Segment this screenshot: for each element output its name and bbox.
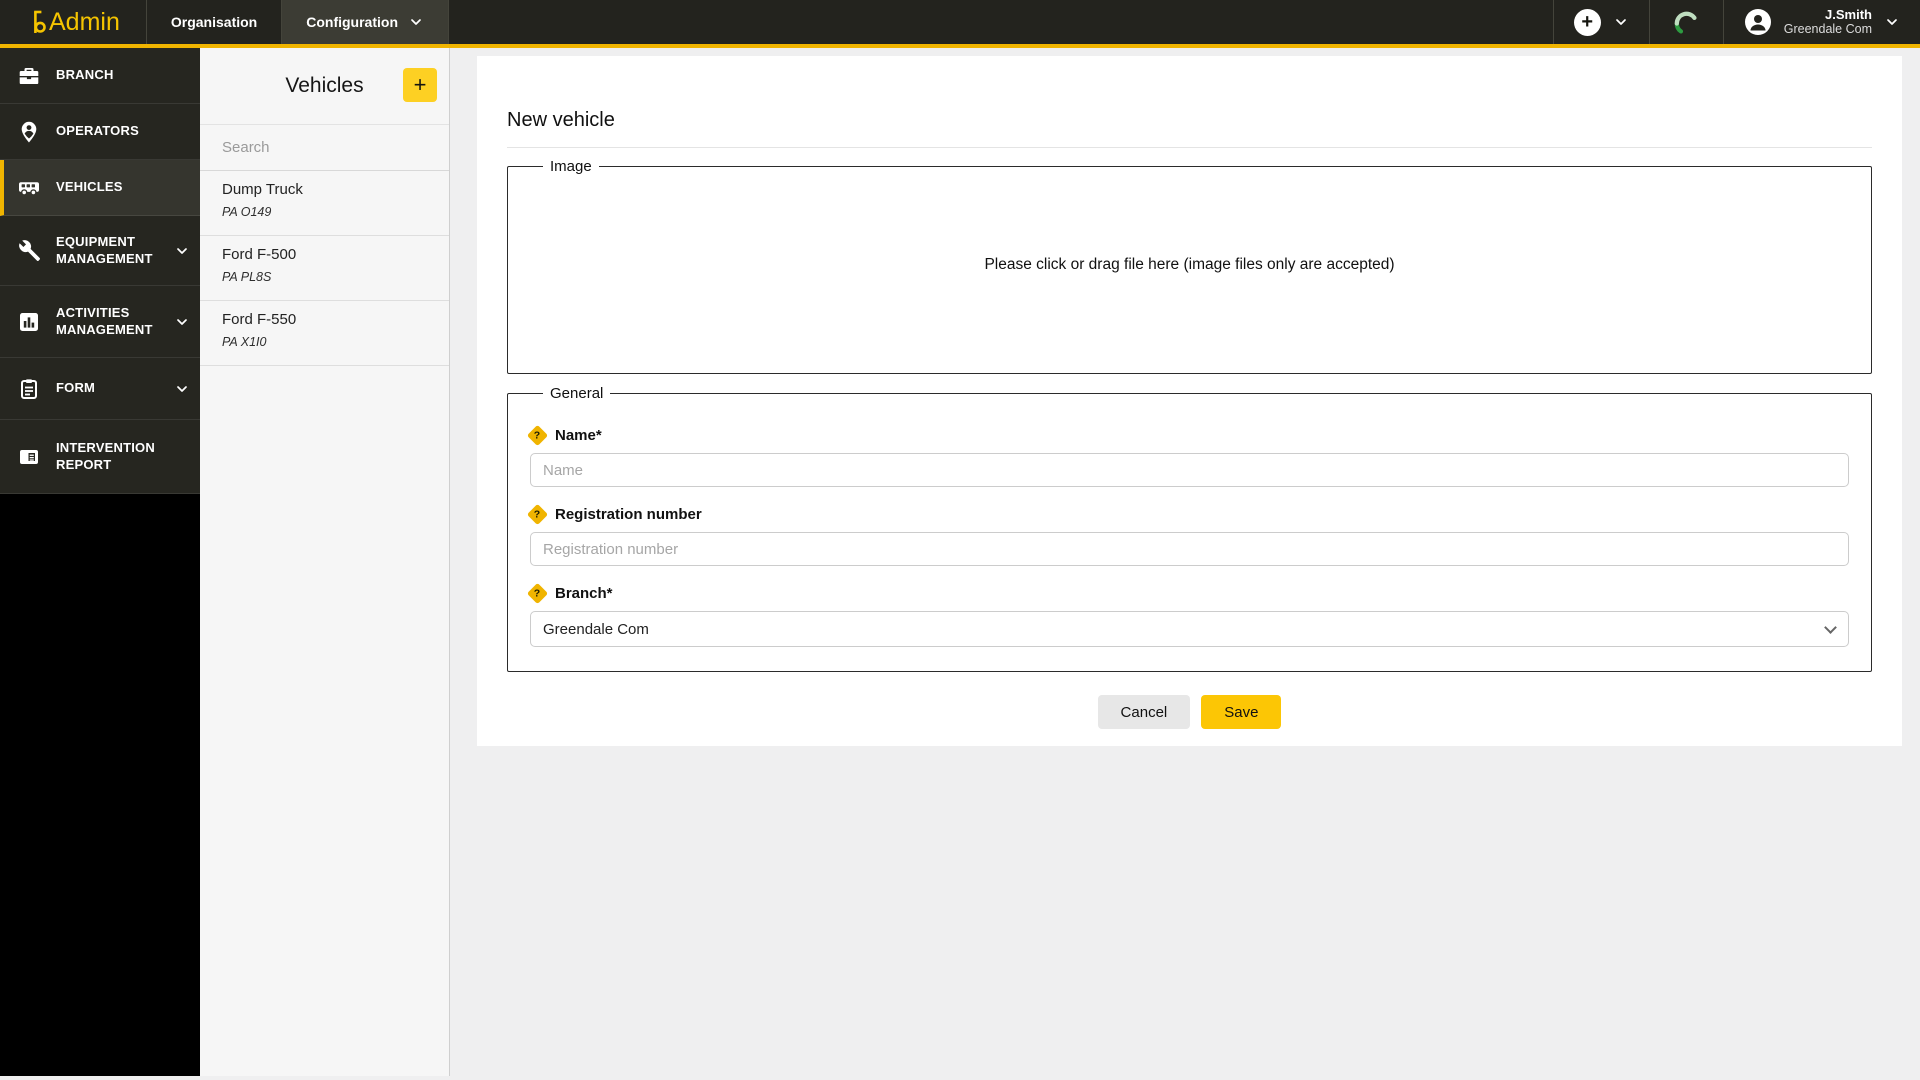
plus-circle-icon[interactable]: + bbox=[1573, 8, 1601, 36]
title-divider bbox=[507, 147, 1872, 148]
sidebar-item-branch[interactable]: BRANCH bbox=[0, 48, 200, 104]
map-pin-icon bbox=[21, 121, 37, 142]
user-info: J.Smith Greendale Com bbox=[1784, 7, 1872, 37]
menu-item-configuration[interactable]: Configuration bbox=[281, 0, 449, 44]
branch-field-label: Branch* bbox=[555, 585, 613, 602]
vehicle-list-item[interactable]: Ford F-550 PA X1I0 bbox=[200, 301, 449, 366]
vehicle-name: Ford F-500 bbox=[222, 246, 297, 263]
clipboard-icon bbox=[21, 378, 37, 399]
image-fieldset: Image Please click or drag file here (im… bbox=[507, 158, 1872, 374]
app-logo[interactable]: Admin bbox=[0, 0, 146, 44]
sidebar-item-intervention-report[interactable]: INTERVENTION REPORT bbox=[0, 420, 200, 494]
general-legend: General bbox=[550, 385, 604, 402]
sidebar-item-operators[interactable]: OPERATORS bbox=[0, 104, 200, 160]
vehicle-search-row bbox=[200, 124, 449, 171]
vehicle-registration: PA PL8S bbox=[222, 270, 272, 284]
user-name: J.Smith bbox=[1825, 6, 1872, 22]
registration-field-label: Registration number bbox=[555, 506, 702, 523]
name-field-group: ? Name* bbox=[526, 424, 1849, 487]
help-icon[interactable]: ? bbox=[526, 582, 549, 605]
help-icon[interactable]: ? bbox=[526, 424, 549, 447]
help-icon[interactable]: ? bbox=[526, 503, 549, 526]
page-title: New vehicle bbox=[507, 109, 615, 131]
logo-text: Admin bbox=[49, 7, 120, 36]
general-fieldset: General ? Name* ? Registration number bbox=[507, 385, 1872, 672]
vehicles-panel: Vehicles + Dump Truck PA O149 Ford F-500… bbox=[200, 48, 450, 1076]
menu-item-label: Organisation bbox=[170, 14, 258, 30]
menu-item-organisation[interactable]: Organisation bbox=[145, 0, 281, 44]
sidebar-item-label: EQUIPMENT MANAGEMENT bbox=[56, 233, 153, 266]
main-layout: BRANCH OPERATORS VEHICLES EQUIPMENT MANA… bbox=[0, 48, 1920, 1076]
wrench-icon bbox=[19, 239, 40, 261]
branch-field-group: ? Branch* Greendale Com bbox=[526, 582, 1849, 647]
registration-input[interactable] bbox=[530, 532, 1849, 566]
vehicle-name: Ford F-550 bbox=[222, 311, 297, 328]
sidebar-item-label: FORM bbox=[56, 380, 96, 396]
user-menu[interactable]: J.Smith Greendale Com bbox=[1722, 0, 1920, 44]
gauge-arc-icon[interactable] bbox=[1670, 7, 1703, 38]
quick-add-section: + bbox=[1552, 0, 1649, 44]
vehicle-search-input[interactable] bbox=[222, 139, 427, 156]
add-vehicle-button[interactable]: + bbox=[403, 68, 437, 102]
chevron-down-icon bbox=[411, 19, 421, 25]
panel-title: Vehicles bbox=[285, 74, 364, 97]
vehicles-panel-header: Vehicles + bbox=[200, 48, 449, 124]
vehicle-list-item[interactable]: Ford F-500 PA PL8S bbox=[200, 236, 449, 301]
name-field-label: Name* bbox=[555, 427, 602, 444]
sidebar-item-label: OPERATORS bbox=[56, 123, 139, 139]
chevron-down-icon bbox=[177, 385, 187, 392]
branch-select[interactable]: Greendale Com bbox=[530, 611, 1849, 647]
briefcase-icon bbox=[19, 67, 39, 84]
main-content: New vehicle Image Please click or drag f… bbox=[450, 48, 1920, 1076]
sidebar-item-label: BRANCH bbox=[56, 67, 114, 83]
sidebar-item-vehicles[interactable]: VEHICLES bbox=[0, 160, 200, 216]
vehicle-registration: PA O149 bbox=[222, 205, 272, 219]
registration-field-label-row: ? Registration number bbox=[526, 503, 1849, 526]
image-legend: Image bbox=[550, 158, 592, 175]
name-input[interactable] bbox=[530, 453, 1849, 487]
chevron-down-icon bbox=[177, 318, 187, 325]
sidebar-item-label: VEHICLES bbox=[56, 179, 123, 195]
cancel-button[interactable]: Cancel bbox=[1097, 695, 1191, 729]
menu-item-label: Configuration bbox=[306, 14, 398, 30]
sidebar-item-label: ACTIVITIES MANAGEMENT bbox=[56, 304, 153, 337]
sidebar: BRANCH OPERATORS VEHICLES EQUIPMENT MANA… bbox=[0, 48, 200, 1076]
report-card-icon bbox=[20, 449, 38, 464]
chevron-down-icon bbox=[1887, 19, 1897, 25]
user-organisation: Greendale Com bbox=[1783, 22, 1872, 37]
sidebar-item-label: INTERVENTION REPORT bbox=[56, 439, 155, 472]
branch-field-label-row: ? Branch* bbox=[526, 582, 1849, 605]
registration-field-group: ? Registration number bbox=[526, 503, 1849, 566]
vehicle-name: Dump Truck bbox=[222, 181, 303, 198]
top-menu: Organisation Configuration bbox=[145, 0, 449, 44]
chevron-down-icon bbox=[177, 247, 187, 254]
vehicle-list: Dump Truck PA O149 Ford F-500 PA PL8S Fo… bbox=[200, 171, 449, 1076]
avatar-icon bbox=[1744, 9, 1771, 35]
sidebar-item-form[interactable]: FORM bbox=[0, 358, 200, 420]
vehicle-registration: PA X1I0 bbox=[222, 335, 267, 349]
bar-chart-icon bbox=[20, 312, 38, 331]
sidebar-item-activities-management[interactable]: ACTIVITIES MANAGEMENT bbox=[0, 286, 200, 358]
truck-icon bbox=[19, 181, 39, 196]
vehicle-list-item[interactable]: Dump Truck PA O149 bbox=[200, 171, 449, 236]
image-dropzone[interactable]: Please click or drag file here (image fi… bbox=[530, 181, 1849, 349]
name-field-label-row: ? Name* bbox=[526, 424, 1849, 447]
status-section bbox=[1648, 0, 1723, 44]
save-button[interactable]: Save bbox=[1201, 695, 1282, 729]
topbar: Admin Organisation Configuration + J.Smi… bbox=[0, 0, 1920, 48]
sidebar-item-equipment-management[interactable]: EQUIPMENT MANAGEMENT bbox=[0, 216, 200, 286]
branch-select-wrap: Greendale Com bbox=[530, 611, 1849, 647]
form-actions: Cancel Save bbox=[507, 695, 1872, 729]
topbar-right: + J.Smith Greendale Com bbox=[1552, 0, 1920, 44]
logo-b-icon bbox=[30, 9, 46, 36]
new-vehicle-card: New vehicle Image Please click or drag f… bbox=[477, 56, 1902, 746]
chevron-down-icon[interactable] bbox=[1613, 14, 1629, 30]
